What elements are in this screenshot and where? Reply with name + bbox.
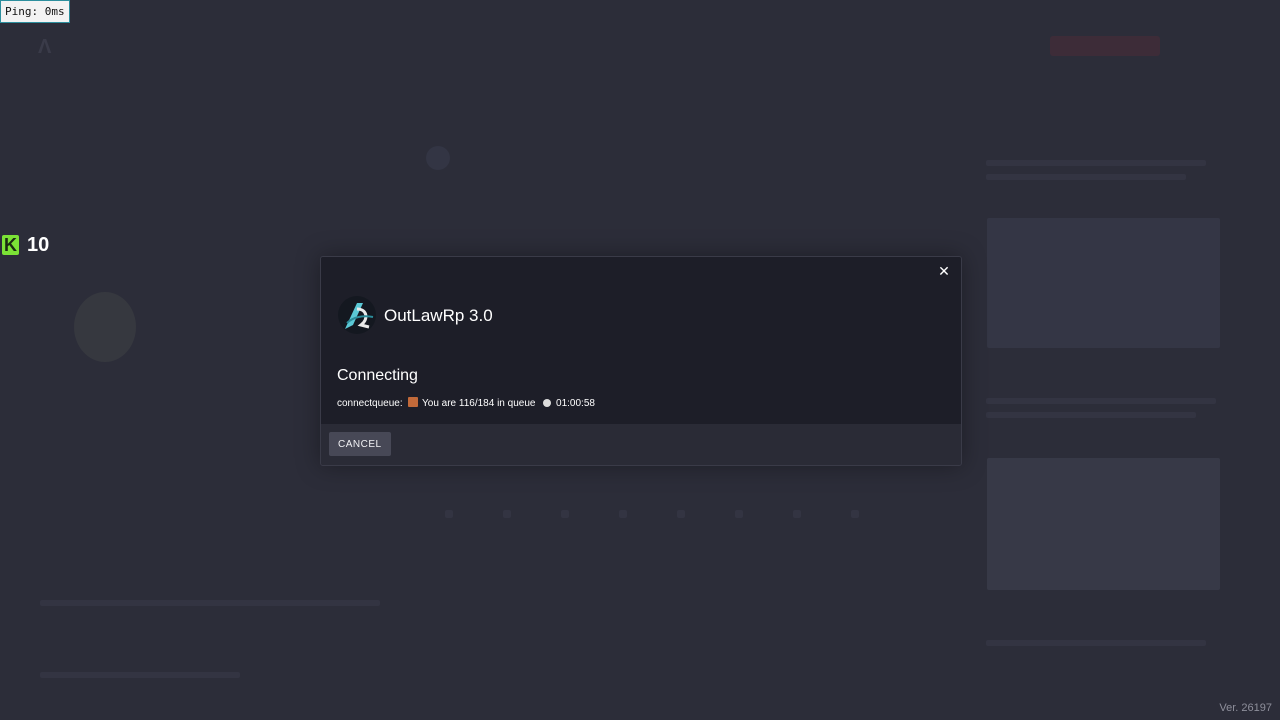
background-red-button: [1050, 36, 1160, 56]
version-label: Ver. 26197: [1219, 702, 1272, 714]
background-line: [986, 412, 1196, 418]
background-thumbnail: [987, 218, 1220, 348]
background-server-logo: [426, 146, 450, 170]
clock-icon: [543, 399, 552, 407]
kill-count: 10: [27, 233, 50, 256]
queue-prefix: connectqueue:: [337, 398, 403, 409]
background-line: [40, 672, 240, 678]
connecting-dialog: ✕ OutLawRp 3.0 Connecting connectqueue: …: [320, 256, 962, 466]
building-icon: [408, 397, 419, 407]
dialog-footer: CANCEL: [321, 424, 961, 465]
ping-indicator: Ping: 0ms: [0, 0, 70, 23]
app-logo-icon: Λ: [38, 36, 52, 58]
background-icon-row: [420, 500, 920, 528]
background-line: [986, 160, 1206, 166]
background-line: [986, 640, 1206, 646]
kill-counter: K 10: [2, 234, 49, 256]
background-line: [40, 600, 380, 606]
cancel-button[interactable]: CANCEL: [329, 432, 391, 456]
dialog-body: ✕ OutLawRp 3.0 Connecting connectqueue: …: [321, 257, 961, 424]
close-icon[interactable]: ✕: [935, 262, 953, 280]
queue-time: 01:00:58: [556, 398, 595, 409]
connection-status: Connecting: [337, 367, 418, 384]
background-thumbnail: [987, 458, 1220, 590]
kill-icon: K: [2, 235, 19, 255]
background-line: [986, 174, 1186, 180]
queue-status: connectqueue: You are 116/184 in queue 0…: [337, 397, 595, 409]
queue-position: You are 116/184 in queue: [422, 398, 536, 409]
background-line: [986, 398, 1216, 404]
server-name: OutLawRp 3.0: [384, 306, 493, 325]
server-logo-icon: [338, 296, 376, 334]
background-avatar: [74, 292, 136, 362]
